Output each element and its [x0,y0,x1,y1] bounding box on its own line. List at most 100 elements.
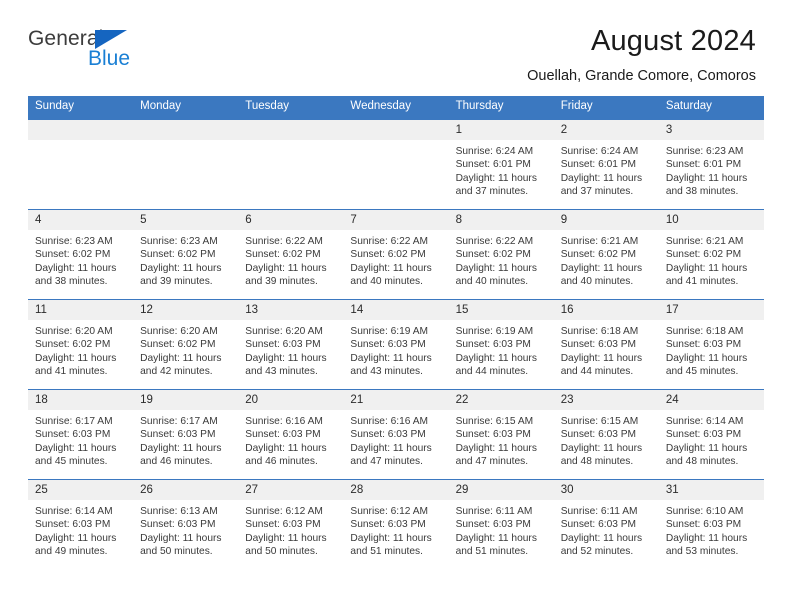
sunrise-text: Sunrise: 6:15 AM [560,415,639,427]
day-number: 26 [133,479,239,500]
calendar-day-cell[interactable]: 24 Sunrise: 6:14 AM Sunset: 6:03 PM Dayligh… [658,388,764,479]
sunrise-text: Sunrise: 6:17 AM [140,415,218,427]
calendar-day-cell[interactable]: 4 Sunrise: 6:23 AM Sunset: 6:02 PM Daylight… [28,208,134,299]
sunset-text: Sunset: 6:03 PM [245,519,321,531]
daylight-text-line1: Daylight: 11 hours [350,442,432,454]
calendar-day-cell[interactable]: 5 Sunrise: 6:23 AM Sunset: 6:02 PM Daylight… [133,208,239,299]
daylight-text-line1: Daylight: 11 hours [665,442,748,454]
calendar-day-cell[interactable]: 31 Sunrise: 6:10 AM Sunset: 6:03 PM Dayligh… [658,478,764,569]
day-sun-info: Sunrise: 6:12 AM Sunset: 6:03 PM Daylight:… [238,500,343,559]
daylight-text-line1: Daylight: 11 hours [35,532,117,544]
sunrise-text: Sunrise: 6:21 AM [665,235,744,247]
day-number: 2 [553,119,659,140]
weekday-header-sunday: Sunday [28,96,134,119]
calendar-day-cell[interactable]: 14 Sunrise: 6:19 AM Sunset: 6:03 PM Dayligh… [343,298,449,389]
sunset-text: Sunset: 6:03 PM [455,339,531,351]
calendar-day-cell[interactable]: 26 Sunrise: 6:13 AM Sunset: 6:03 PM Dayligh… [133,478,239,569]
calendar-day-cell[interactable]: 30 Sunrise: 6:11 AM Sunset: 6:03 PM Dayligh… [553,478,659,569]
weekday-header-thursday: Thursday [448,96,554,119]
day-number: 8 [448,209,554,230]
calendar-day-cell[interactable]: 28 Sunrise: 6:12 AM Sunset: 6:03 PM Dayligh… [343,478,449,569]
sunset-text: Sunset: 6:01 PM [665,159,742,171]
calendar-day-cell[interactable]: 23 Sunrise: 6:15 AM Sunset: 6:03 PM Dayligh… [553,388,659,479]
day-number [28,119,134,140]
calendar-day-cell[interactable]: 27 Sunrise: 6:12 AM Sunset: 6:03 PM Dayligh… [238,478,344,569]
calendar-day-cell[interactable]: 25 Sunrise: 6:14 AM Sunset: 6:03 PM Dayligh… [28,478,134,569]
calendar-day-cell[interactable]: 2 Sunrise: 6:24 AM Sunset: 6:01 PM Daylight… [553,118,659,209]
calendar-day-cell[interactable]: 17 Sunrise: 6:18 AM Sunset: 6:03 PM Dayligh… [658,298,764,389]
day-sun-info: Sunrise: 6:23 AM Sunset: 6:02 PM Daylight:… [28,230,133,289]
daylight-text-line2: and 39 minutes. [140,276,213,288]
calendar-day-cell[interactable]: 19 Sunrise: 6:17 AM Sunset: 6:03 PM Dayligh… [133,388,239,479]
daylight-text-line2: and 40 minutes. [560,276,634,288]
calendar-day-cell[interactable]: 1 Sunrise: 6:24 AM Sunset: 6:01 PM Daylight… [448,118,554,209]
daylight-text-line2: and 47 minutes. [350,456,423,468]
day-number: 30 [553,479,659,500]
day-sun-info: Sunrise: 6:24 AM Sunset: 6:01 PM Daylight:… [554,140,659,199]
day-number: 6 [238,209,344,230]
calendar-day-cell[interactable]: 8 Sunrise: 6:22 AM Sunset: 6:02 PM Daylight… [448,208,554,299]
calendar-day-cell[interactable]: 16 Sunrise: 6:18 AM Sunset: 6:03 PM Dayligh… [553,298,659,389]
sunrise-text: Sunrise: 6:20 AM [140,325,218,337]
day-number: 4 [28,209,134,230]
calendar-day-cell[interactable]: 20 Sunrise: 6:16 AM Sunset: 6:03 PM Dayligh… [238,388,344,479]
day-number: 19 [133,389,239,410]
calendar-day-cell[interactable]: 15 Sunrise: 6:19 AM Sunset: 6:03 PM Dayligh… [448,298,554,389]
day-sun-info: Sunrise: 6:11 AM Sunset: 6:03 PM Daylight:… [449,500,554,559]
daylight-text-line1: Daylight: 11 hours [665,352,748,364]
calendar-week-row: 25 Sunrise: 6:14 AM Sunset: 6:03 PM Dayligh… [28,478,764,569]
day-number: 29 [448,479,554,500]
sunset-text: Sunset: 6:03 PM [350,429,426,441]
calendar-day-cell[interactable]: 22 Sunrise: 6:15 AM Sunset: 6:03 PM Dayligh… [448,388,554,479]
sunrise-text: Sunrise: 6:11 AM [560,505,638,517]
calendar-day-cell[interactable]: 6 Sunrise: 6:22 AM Sunset: 6:02 PM Daylight… [238,208,344,299]
day-number [238,119,344,140]
calendar-day-cell[interactable]: 10 Sunrise: 6:21 AM Sunset: 6:02 PM Dayligh… [658,208,764,299]
daylight-text-line2: and 50 minutes. [140,546,213,558]
sunset-text: Sunset: 6:02 PM [140,249,216,261]
general-blue-logo[interactable]: General Blue [28,26,148,78]
calendar-day-cell[interactable]: 29 Sunrise: 6:11 AM Sunset: 6:03 PM Dayligh… [448,478,554,569]
daylight-text-line2: and 40 minutes. [350,276,423,288]
daylight-text-line1: Daylight: 11 hours [665,172,748,184]
daylight-text-line2: and 38 minutes. [35,276,108,288]
day-number: 7 [343,209,449,230]
daylight-text-line1: Daylight: 11 hours [455,532,537,544]
daylight-text-line1: Daylight: 11 hours [560,262,643,274]
sunrise-text: Sunrise: 6:21 AM [560,235,639,247]
sunset-text: Sunset: 6:02 PM [560,249,637,261]
day-number: 5 [133,209,239,230]
day-number [133,119,239,140]
daylight-text-line1: Daylight: 11 hours [560,172,643,184]
sunset-text: Sunset: 6:03 PM [245,429,321,441]
calendar-day-cell[interactable]: 3 Sunrise: 6:23 AM Sunset: 6:01 PM Daylight… [658,118,764,209]
weekday-header-wednesday: Wednesday [343,96,449,119]
daylight-text-line2: and 43 minutes. [350,366,423,378]
daylight-text-line2: and 37 minutes. [455,186,529,198]
day-sun-info: Sunrise: 6:19 AM Sunset: 6:03 PM Daylight:… [449,320,554,379]
sunrise-text: Sunrise: 6:14 AM [665,415,744,427]
daylight-text-line2: and 51 minutes. [350,546,423,558]
daylight-text-line1: Daylight: 11 hours [245,262,327,274]
calendar-day-cell[interactable]: 7 Sunrise: 6:22 AM Sunset: 6:02 PM Daylight… [343,208,449,299]
calendar-day-cell[interactable]: 13 Sunrise: 6:20 AM Sunset: 6:03 PM Dayligh… [238,298,344,389]
calendar-day-cell[interactable]: 9 Sunrise: 6:21 AM Sunset: 6:02 PM Daylight… [553,208,659,299]
daylight-text-line1: Daylight: 11 hours [350,352,432,364]
calendar-day-cell[interactable]: 11 Sunrise: 6:20 AM Sunset: 6:02 PM Dayligh… [28,298,134,389]
calendar-day-cell[interactable]: 12 Sunrise: 6:20 AM Sunset: 6:02 PM Dayligh… [133,298,239,389]
sunset-text: Sunset: 6:03 PM [350,519,426,531]
calendar-day-cell[interactable]: 21 Sunrise: 6:16 AM Sunset: 6:03 PM Dayligh… [343,388,449,479]
daylight-text-line2: and 52 minutes. [560,546,634,558]
sunrise-sunset-calendar-table: Sunday Monday Tuesday Wednesday Thursday… [28,96,764,569]
weekday-header-friday: Friday [553,96,659,119]
daylight-text-line1: Daylight: 11 hours [560,532,643,544]
daylight-text-line1: Daylight: 11 hours [455,172,537,184]
sunset-text: Sunset: 6:01 PM [560,159,637,171]
sunset-text: Sunset: 6:03 PM [455,519,531,531]
day-sun-info: Sunrise: 6:23 AM Sunset: 6:01 PM Daylight:… [659,140,764,199]
day-number: 14 [343,299,449,320]
calendar-day-cell[interactable]: 18 Sunrise: 6:17 AM Sunset: 6:03 PM Dayligh… [28,388,134,479]
daylight-text-line1: Daylight: 11 hours [35,352,117,364]
calendar-week-row: 4 Sunrise: 6:23 AM Sunset: 6:02 PM Daylight… [28,208,764,299]
day-sun-info: Sunrise: 6:20 AM Sunset: 6:03 PM Daylight:… [238,320,343,379]
